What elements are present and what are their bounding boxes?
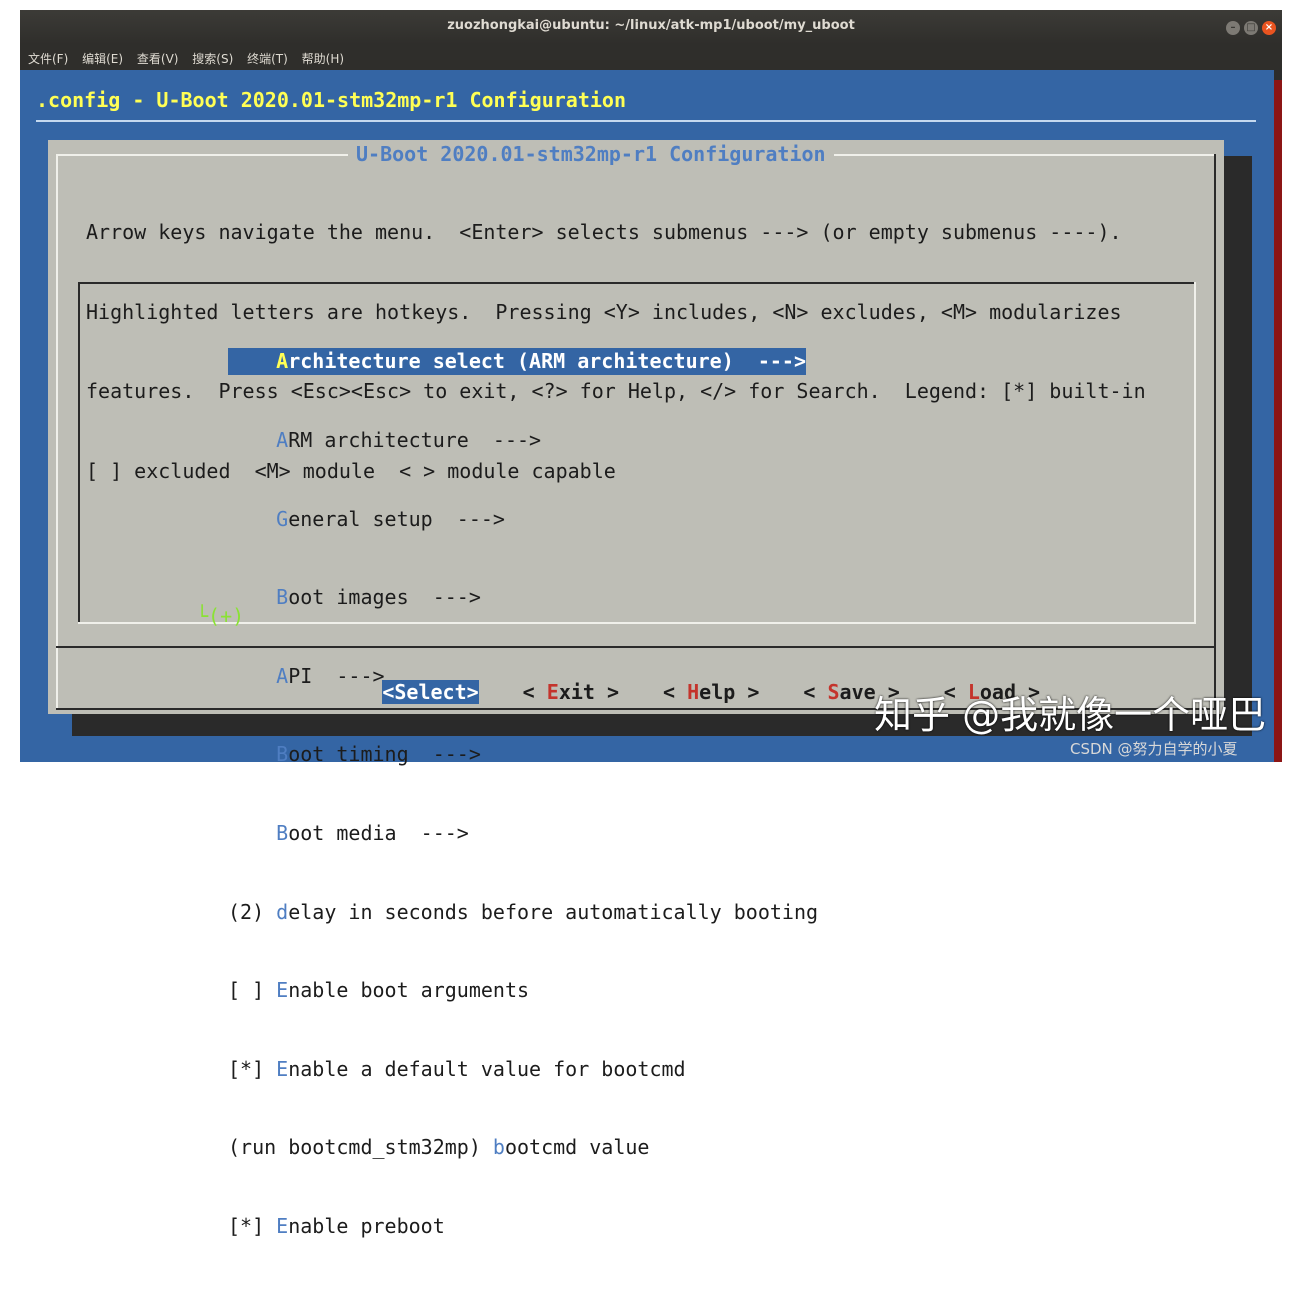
- button-bracket: <: [803, 680, 828, 704]
- item-prefix: [228, 349, 276, 373]
- menu-item-boot-images[interactable]: Boot images --->: [228, 584, 818, 610]
- button-label: xit >: [558, 680, 620, 704]
- button-hotkey: H: [687, 680, 700, 704]
- dialog-border-right: [1214, 154, 1216, 710]
- item-prefix: (2): [228, 899, 277, 924]
- item-label: ootcmd value: [504, 1135, 650, 1160]
- zhihu-watermark: 知乎 @我就像一个哑巴: [874, 693, 1267, 737]
- item-prefix: [*]: [228, 1056, 277, 1081]
- menu-item-default-bootcmd[interactable]: [*] Enable a default value for bootcmd: [228, 1056, 818, 1082]
- button-hotkey: S: [394, 680, 407, 704]
- item-hotkey: G: [276, 506, 289, 531]
- item-label: eneral setup --->: [288, 506, 505, 531]
- button-hotkey: S: [827, 680, 840, 704]
- menu-item-boot-media[interactable]: Boot media --->: [228, 820, 818, 846]
- item-prefix: [228, 742, 276, 766]
- item-hotkey: E: [276, 1213, 289, 1238]
- button-bracket: <: [522, 680, 547, 704]
- item-label: nable a default value for bootcmd: [288, 1056, 686, 1081]
- menu-items: Architecture select (ARM architecture) -…: [228, 296, 818, 1292]
- window-controls: – □ ×: [1222, 19, 1276, 35]
- menu-box-border-right: [1194, 282, 1196, 624]
- item-prefix: [228, 664, 276, 688]
- item-hotkey: A: [276, 349, 289, 374]
- item-hotkey: B: [276, 820, 289, 845]
- maximize-icon[interactable]: □: [1244, 21, 1258, 35]
- config-dialog: U-Boot 2020.01-stm32mp-r1 Configuration …: [48, 140, 1224, 1238]
- title-underline: [36, 120, 1256, 122]
- menu-box-border-top: [78, 282, 1196, 284]
- button-bracket: <: [663, 680, 688, 704]
- button-label: elp >: [699, 680, 760, 704]
- menu-file[interactable]: 文件(F): [28, 50, 68, 67]
- help-button[interactable]: < Help >: [663, 680, 759, 704]
- menu-terminal[interactable]: 终端(T): [247, 50, 288, 67]
- scrollbar-edge: [1274, 80, 1282, 762]
- item-prefix: [228, 428, 276, 452]
- menu-item-architecture-select[interactable]: Architecture select (ARM architecture) -…: [228, 348, 806, 375]
- window-title: zuozhongkai@ubuntu: ~/linux/atk-mp1/uboo…: [447, 18, 855, 33]
- button-label: elect>: [406, 680, 479, 704]
- menu-help[interactable]: 帮助(H): [302, 50, 344, 67]
- item-hotkey: A: [276, 428, 289, 453]
- menu-item-enable-preboot[interactable]: [*] Enable preboot: [228, 1213, 818, 1239]
- item-label: oot images --->: [288, 585, 481, 610]
- menu-item-boot-delay[interactable]: (2) delay in seconds before automaticall…: [228, 899, 818, 925]
- menu-item-bootcmd-value[interactable]: (run bootcmd_stm32mp) bootcmd value: [228, 1134, 818, 1160]
- item-hotkey: E: [276, 978, 289, 1003]
- item-label: oot media --->: [288, 820, 469, 845]
- menu-item-arm-architecture[interactable]: ARM architecture --->: [228, 427, 818, 453]
- help-line: Arrow keys navigate the menu. <Enter> se…: [86, 220, 1122, 244]
- button-bracket: <: [382, 680, 395, 704]
- dialog-border-left: [56, 154, 58, 710]
- menu-bar: 文件(F) 编辑(E) 查看(V) 搜索(S) 终端(T) 帮助(H): [20, 44, 1282, 70]
- menu-item-boot-timing[interactable]: Boot timing --->: [228, 741, 818, 767]
- item-label: elay in seconds before automatically boo…: [288, 899, 819, 924]
- terminal-area[interactable]: .config - U-Boot 2020.01-stm32mp-r1 Conf…: [20, 70, 1274, 1238]
- item-prefix: [ ]: [228, 978, 277, 1003]
- item-hotkey: B: [276, 585, 289, 610]
- item-prefix: [228, 821, 276, 845]
- menu-item-boot-arguments[interactable]: [ ] Enable boot arguments: [228, 977, 818, 1003]
- button-separator: [56, 646, 1216, 648]
- close-icon[interactable]: ×: [1262, 21, 1276, 35]
- item-label: RM architecture --->: [288, 428, 542, 453]
- config-title: .config - U-Boot 2020.01-stm32mp-r1 Conf…: [36, 88, 627, 112]
- menu-edit[interactable]: 编辑(E): [82, 50, 123, 67]
- menu-view[interactable]: 查看(V): [137, 50, 179, 67]
- item-label: rchitecture select (ARM architecture) --…: [288, 349, 806, 374]
- more-items-indicator: └(+): [196, 604, 245, 628]
- item-hotkey: B: [276, 742, 289, 767]
- item-label: nable boot arguments: [288, 978, 530, 1003]
- minimize-icon[interactable]: –: [1226, 21, 1240, 35]
- item-prefix: (run bootcmd_stm32mp): [228, 1135, 493, 1160]
- title-bar[interactable]: zuozhongkai@ubuntu: ~/linux/atk-mp1/uboo…: [20, 10, 1282, 44]
- menu-list-box: Architecture select (ARM architecture) -…: [78, 282, 1196, 1238]
- dialog-title: U-Boot 2020.01-stm32mp-r1 Configuration: [348, 142, 834, 166]
- item-label: nable preboot: [288, 1213, 445, 1238]
- terminal-window: zuozhongkai@ubuntu: ~/linux/atk-mp1/uboo…: [20, 10, 1282, 1238]
- menu-search[interactable]: 搜索(S): [192, 50, 233, 67]
- item-prefix: [*]: [228, 1213, 277, 1238]
- csdn-watermark: CSDN @努力自学的小夏: [1070, 740, 1238, 758]
- button-hotkey: E: [546, 680, 559, 704]
- item-hotkey: d: [276, 899, 289, 924]
- select-button[interactable]: <Select>: [382, 680, 479, 704]
- menu-box-border-left: [78, 282, 80, 624]
- item-hotkey: E: [276, 1056, 289, 1081]
- item-hotkey: b: [492, 1135, 505, 1160]
- exit-button[interactable]: < Exit >: [523, 680, 619, 704]
- item-prefix: [228, 507, 276, 531]
- menu-item-general-setup[interactable]: General setup --->: [228, 506, 818, 532]
- dialog-shadow-right: [1224, 156, 1252, 730]
- item-label: oot timing --->: [288, 742, 481, 767]
